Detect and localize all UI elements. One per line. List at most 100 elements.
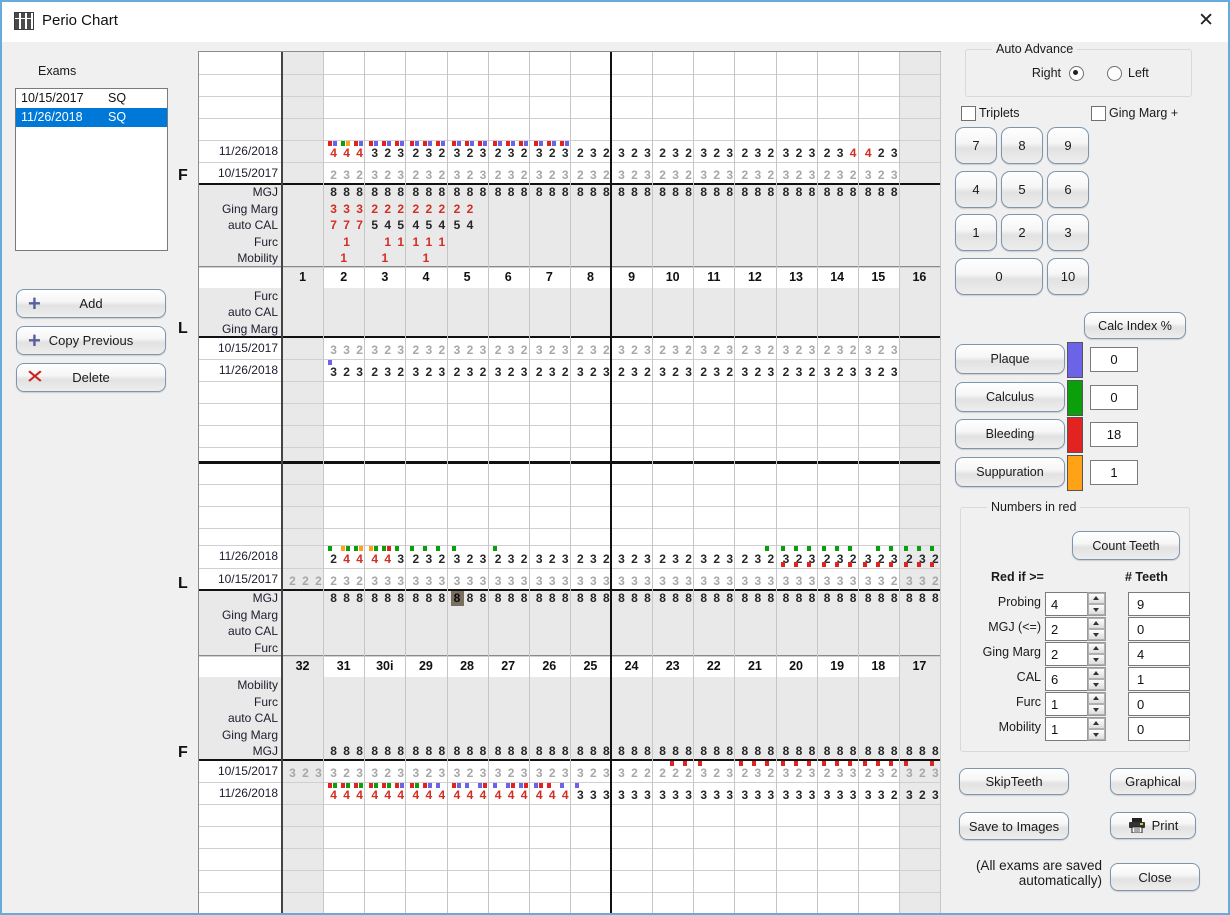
perio-value[interactable]: 8 [862, 744, 875, 759]
keypad-button-6[interactable]: 6 [1047, 171, 1089, 208]
perio-value[interactable]: 8 [574, 591, 587, 606]
perio-value[interactable]: 2 [299, 766, 312, 781]
perio-value[interactable]: 3 [656, 365, 669, 380]
perio-value[interactable]: 3 [615, 343, 628, 358]
perio-value[interactable]: 8 [422, 744, 435, 759]
perio-value[interactable]: 2 [710, 766, 723, 781]
perio-value[interactable]: 8 [615, 185, 628, 200]
perio-value[interactable]: 2 [738, 766, 751, 781]
perio-value[interactable]: 2 [710, 552, 723, 567]
perio-value[interactable]: 2 [533, 365, 546, 380]
perio-value[interactable]: 4 [546, 788, 559, 803]
perio-value[interactable]: 8 [574, 744, 587, 759]
perio-value[interactable]: 3 [492, 574, 505, 589]
perio-value[interactable]: 2 [464, 168, 477, 183]
perio-value[interactable]: 3 [286, 766, 299, 781]
close-button[interactable]: Close [1110, 863, 1200, 891]
perio-value[interactable]: 3 [669, 168, 682, 183]
perio-value[interactable]: 8 [327, 185, 340, 200]
perio-value[interactable]: 3 [669, 574, 682, 589]
exam-list-item[interactable]: 11/26/2018SQ [16, 108, 167, 127]
perio-value[interactable]: 8 [834, 591, 847, 606]
perio-value[interactable]: 3 [368, 168, 381, 183]
spinner-down-icon[interactable] [1088, 729, 1105, 740]
perio-value[interactable]: 2 [628, 146, 641, 161]
delete-button[interactable]: ✕ Delete [16, 363, 166, 392]
perio-value[interactable]: 2 [492, 146, 505, 161]
tooth-number-13[interactable]: 13 [776, 267, 817, 288]
perio-value[interactable]: 3 [505, 552, 518, 567]
perio-value[interactable]: 8 [615, 744, 628, 759]
perio-value[interactable]: 2 [710, 343, 723, 358]
perio-value[interactable]: 2 [381, 766, 394, 781]
perio-value[interactable]: 3 [697, 146, 710, 161]
perio-value[interactable]: 4 [451, 788, 464, 803]
perio-value[interactable]: 2 [793, 343, 806, 358]
spinner-down-icon[interactable] [1088, 679, 1105, 690]
perio-value[interactable]: 8 [628, 185, 641, 200]
perio-value[interactable]: 2 [381, 168, 394, 183]
perio-value[interactable]: 8 [656, 744, 669, 759]
tooth-number-2[interactable]: 2 [323, 267, 364, 288]
perio-value[interactable]: 2 [669, 365, 682, 380]
tooth-number-28[interactable]: 28 [447, 656, 488, 677]
perio-value[interactable]: 3 [533, 146, 546, 161]
perio-value[interactable]: 3 [862, 365, 875, 380]
perio-value[interactable]: 8 [451, 185, 464, 200]
spinner[interactable] [1087, 667, 1106, 691]
perio-value[interactable]: 8 [587, 591, 600, 606]
perio-value[interactable]: 8 [751, 744, 764, 759]
perio-value[interactable]: 3 [738, 365, 751, 380]
perio-value[interactable]: 3 [587, 574, 600, 589]
perio-value[interactable]: 8 [780, 185, 793, 200]
perio-value[interactable]: 3 [751, 552, 764, 567]
perio-value[interactable]: 3 [875, 574, 888, 589]
suppuration-button[interactable]: Suppuration [955, 457, 1065, 487]
perio-value[interactable]: 8 [780, 744, 793, 759]
perio-value[interactable]: 8 [793, 591, 806, 606]
perio-value[interactable]: 3 [751, 788, 764, 803]
perio-value[interactable]: 3 [615, 766, 628, 781]
perio-value[interactable]: 8 [751, 591, 764, 606]
perio-value[interactable]: 3 [780, 766, 793, 781]
perio-value[interactable]: 8 [409, 744, 422, 759]
perio-value[interactable]: 3 [615, 168, 628, 183]
perio-value[interactable]: 3 [697, 574, 710, 589]
perio-value[interactable]: 2 [738, 168, 751, 183]
perio-value[interactable]: 2 [340, 766, 353, 781]
perio-value[interactable]: 3 [451, 552, 464, 567]
perio-value[interactable]: 2 [409, 552, 422, 567]
tooth-number-14[interactable]: 14 [817, 267, 858, 288]
keypad-button-8[interactable]: 8 [1001, 127, 1043, 164]
perio-value[interactable]: 4 [368, 552, 381, 567]
perio-value[interactable]: 2 [546, 552, 559, 567]
perio-value[interactable]: 2 [821, 168, 834, 183]
perio-value[interactable]: 3 [368, 574, 381, 589]
red-threshold-input[interactable]: 6 [1045, 667, 1092, 691]
triplets-checkbox[interactable] [961, 106, 976, 121]
perio-value[interactable]: 2 [697, 365, 710, 380]
perio-value[interactable]: 3 [451, 146, 464, 161]
spinner-up-icon[interactable] [1088, 693, 1105, 704]
perio-value[interactable]: 3 [422, 146, 435, 161]
perio-value[interactable]: 2 [409, 343, 422, 358]
perio-value[interactable]: 3 [615, 146, 628, 161]
perio-value[interactable]: 2 [628, 343, 641, 358]
perio-value[interactable]: 2 [738, 343, 751, 358]
perio-value[interactable]: 3 [451, 168, 464, 183]
perio-value[interactable]: 8 [628, 744, 641, 759]
tooth-number-29[interactable]: 29 [405, 656, 446, 677]
perio-value[interactable]: 2 [368, 202, 381, 217]
print-button[interactable]: Print [1110, 812, 1196, 839]
perio-value[interactable]: 4 [409, 218, 422, 233]
red-threshold-input[interactable]: 2 [1045, 642, 1092, 666]
perio-value[interactable]: 3 [862, 343, 875, 358]
perio-value[interactable]: 3 [834, 343, 847, 358]
perio-value[interactable]: 2 [780, 365, 793, 380]
perio-value[interactable]: 8 [492, 744, 505, 759]
perio-value[interactable]: 3 [669, 146, 682, 161]
perio-value[interactable]: 8 [587, 185, 600, 200]
perio-value[interactable]: 2 [409, 168, 422, 183]
perio-value[interactable]: 4 [464, 218, 477, 233]
perio-value[interactable]: 2 [381, 202, 394, 217]
